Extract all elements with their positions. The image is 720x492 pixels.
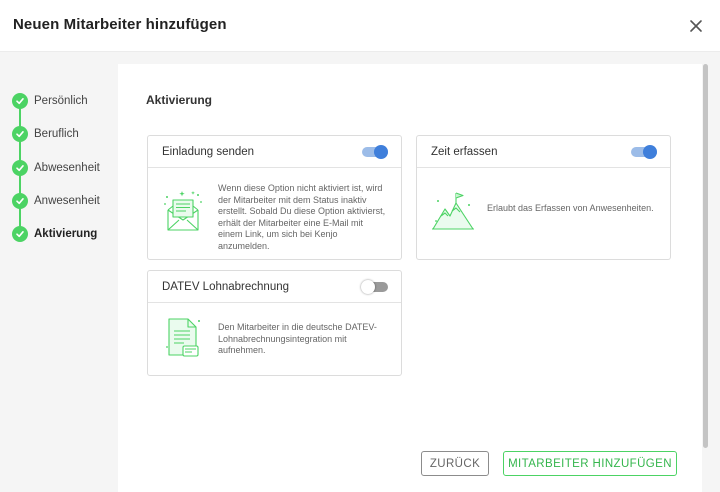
toggle-knob — [361, 280, 375, 294]
invite-card-description: Wenn diese Option nicht aktiviert ist, w… — [218, 183, 386, 251]
datev-card: DATEV Lohnabrechnung Den Mitarbeiter in … — [147, 270, 402, 376]
content-panel: Aktivierung Einladung senden Wenn diese … — [118, 64, 702, 492]
step-label: Beruflich — [34, 128, 79, 140]
dialog-title: Neuen Mitarbeiter hinzufügen — [13, 16, 227, 33]
section-title: Aktivierung — [146, 93, 213, 107]
datev-card-title: DATEV Lohnabrechnung — [162, 281, 290, 293]
step-beruflich[interactable]: Beruflich — [12, 125, 79, 143]
step-abwesenheit[interactable]: Abwesenheit — [12, 159, 100, 177]
step-aktivierung[interactable]: Aktivierung — [12, 225, 97, 243]
datev-card-description: Den Mitarbeiter in die deutsche DATEV-Lo… — [218, 322, 377, 355]
scrollbar-thumb[interactable] — [703, 64, 708, 448]
invite-card-title: Einladung senden — [162, 146, 255, 158]
back-button[interactable]: ZURÜCK — [421, 451, 489, 476]
time-card-description: Erlaubt das Erfassen von Anwesenheiten. — [487, 203, 654, 213]
step-anwesenheit[interactable]: Anwesenheit — [12, 192, 100, 210]
card-header: DATEV Lohnabrechnung — [148, 271, 401, 303]
time-tracking-card: Zeit erfassen Erlaubt das Erfassen von A… — [416, 135, 671, 260]
toggle-knob — [374, 145, 388, 159]
card-header: Einladung senden — [148, 136, 401, 168]
check-icon — [12, 226, 28, 242]
step-label: Abwesenheit — [34, 162, 100, 174]
step-persoenlich[interactable]: Persönlich — [12, 92, 88, 110]
check-icon — [12, 160, 28, 176]
add-employee-button[interactable]: MITARBEITER HINZUFÜGEN — [503, 451, 677, 476]
document-icon — [166, 317, 202, 364]
check-icon — [12, 93, 28, 109]
invite-card: Einladung senden Wenn diese Option nicht… — [147, 135, 402, 260]
add-employee-dialog: Neuen Mitarbeiter hinzufügen Persönlich … — [0, 0, 720, 492]
step-label: Anwesenheit — [34, 195, 100, 207]
time-card-title: Zeit erfassen — [431, 146, 498, 158]
wizard-stepper: Persönlich Beruflich Abwesenheit Anwesen… — [0, 52, 118, 492]
toggle-knob — [643, 145, 657, 159]
mountain-flag-icon — [431, 191, 475, 238]
datev-toggle[interactable] — [361, 280, 388, 294]
dialog-header: Neuen Mitarbeiter hinzufügen — [0, 0, 720, 52]
check-icon — [12, 126, 28, 142]
check-icon — [12, 193, 28, 209]
card-header: Zeit erfassen — [417, 136, 670, 168]
step-label: Persönlich — [34, 95, 88, 107]
step-label: Aktivierung — [34, 228, 98, 240]
close-icon[interactable] — [686, 16, 706, 36]
invite-toggle[interactable] — [362, 145, 388, 159]
envelope-icon — [162, 190, 204, 239]
time-tracking-toggle[interactable] — [631, 145, 657, 159]
